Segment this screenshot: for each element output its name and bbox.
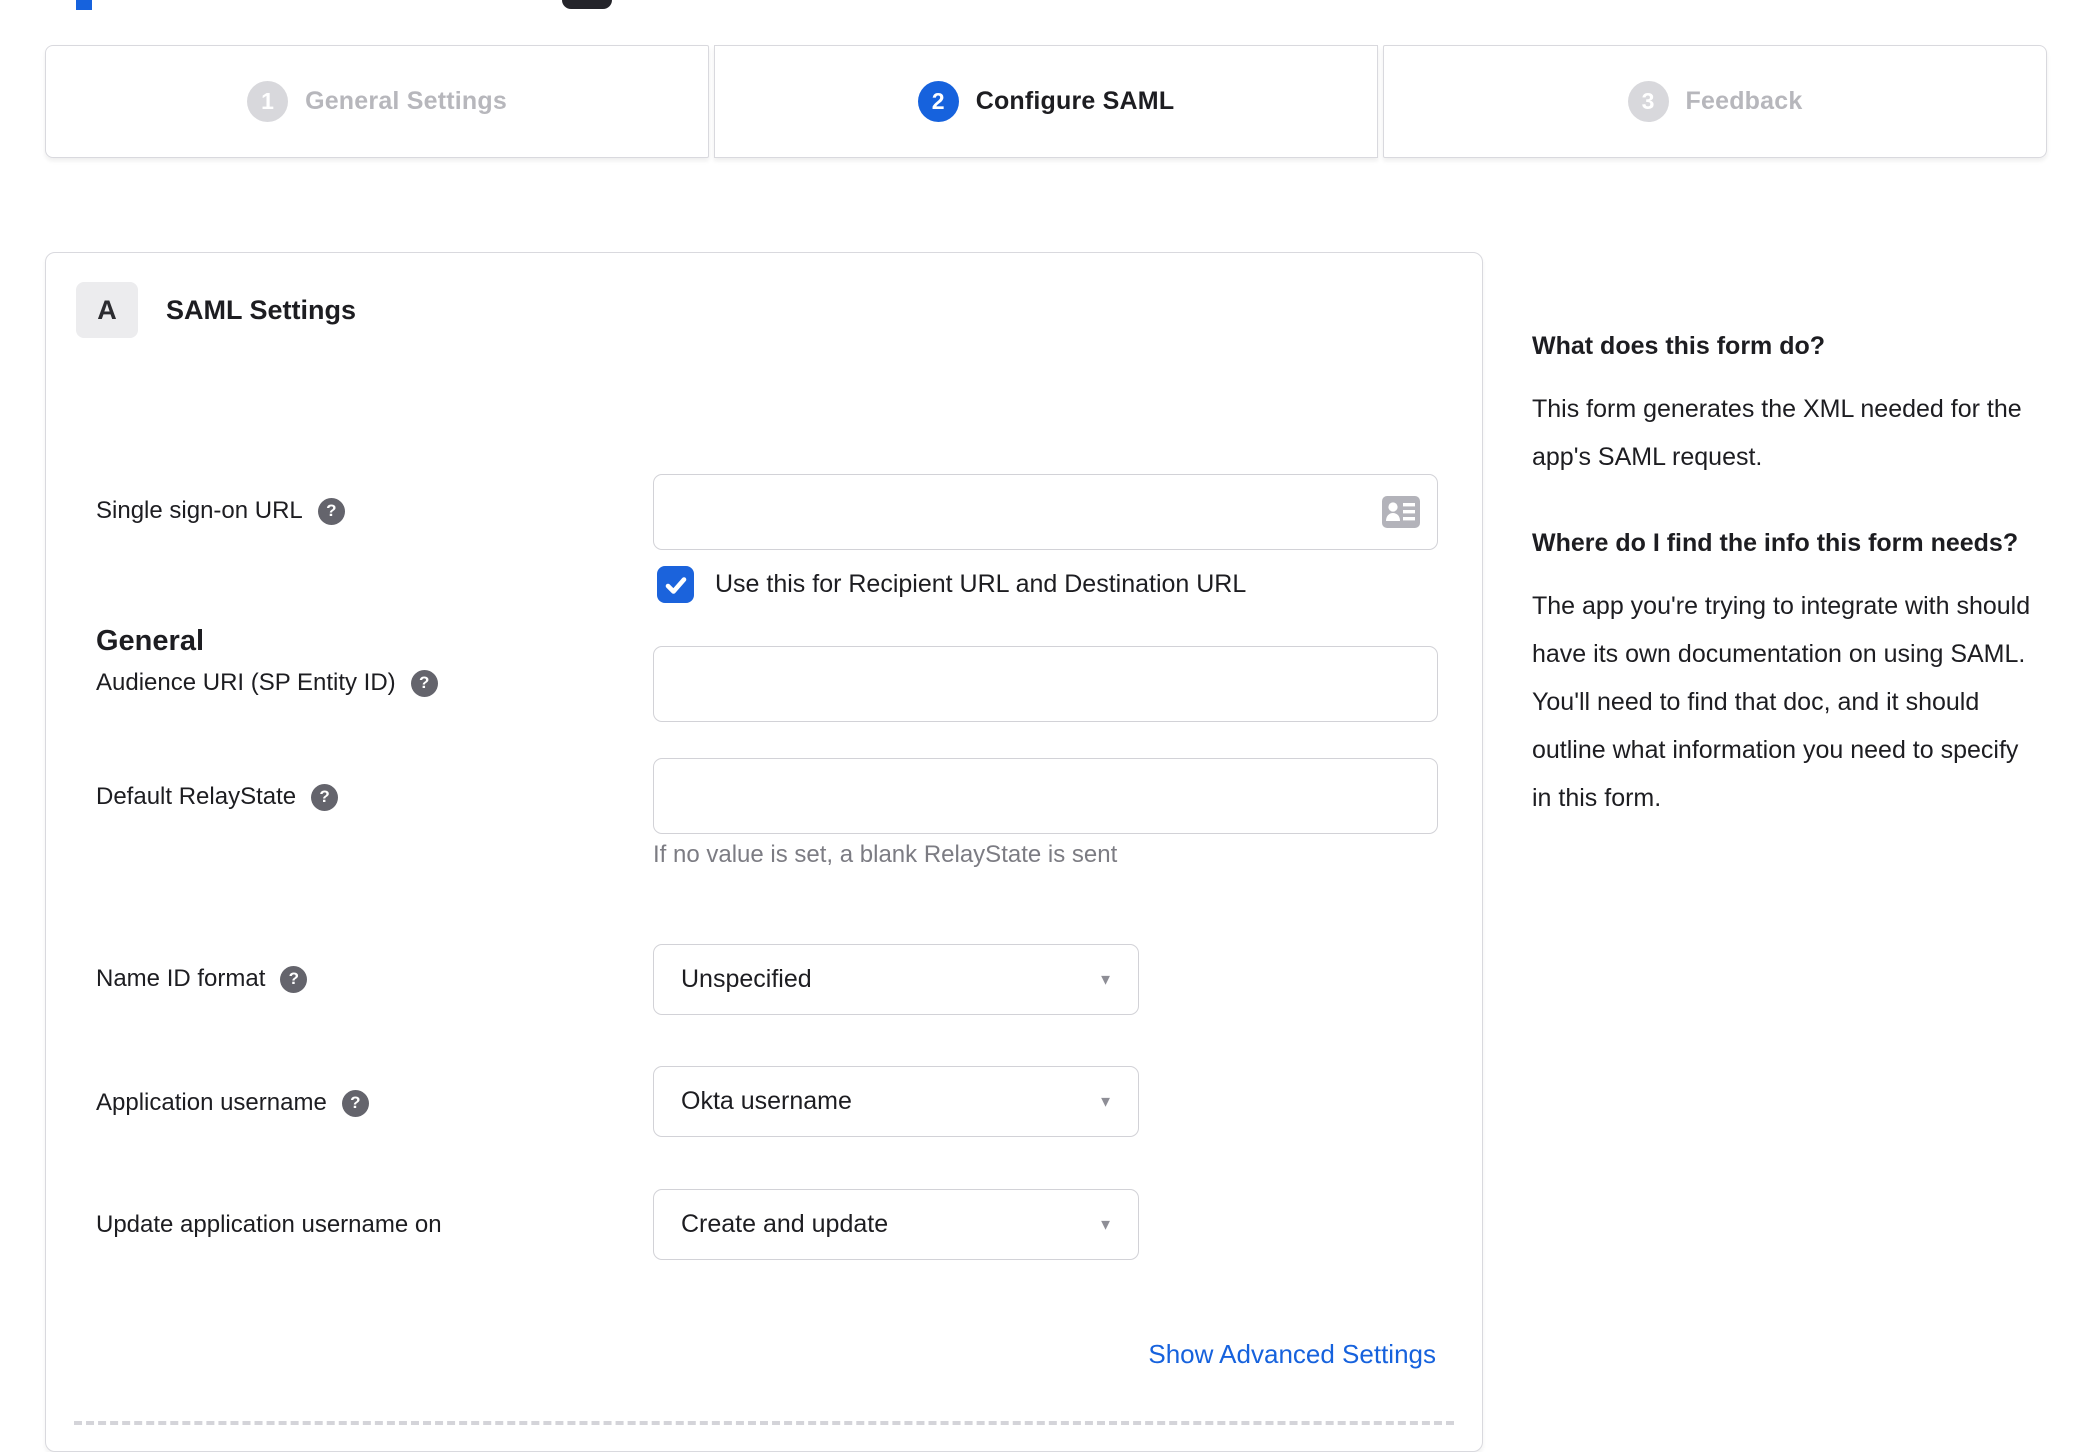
update-username-label: Update application username on: [96, 1211, 442, 1239]
step-number-badge: 1: [247, 81, 289, 122]
sso-url-label-text: Single sign-on URL: [96, 497, 303, 524]
help-heading-where: Where do I find the info this form needs…: [1532, 529, 2019, 557]
audience-uri-label: Audience URI (SP Entity ID) ?: [96, 669, 438, 697]
wizard-stepper: 1 General Settings 2 Configure SAML 3 Fe…: [45, 45, 2047, 158]
recipient-url-checkbox-row: Use this for Recipient URL and Destinati…: [657, 566, 1246, 603]
saml-settings-panel: A SAML Settings General Single sign-on U…: [45, 252, 1483, 1452]
help-icon[interactable]: ?: [341, 1089, 369, 1117]
contact-card-icon[interactable]: [1382, 496, 1420, 528]
section-dashed-divider: [74, 1421, 1454, 1425]
cropped-logo-fragment: [76, 0, 92, 10]
step-label: Feedback: [1685, 87, 1803, 115]
update-username-select[interactable]: Create and update ▼: [653, 1189, 1139, 1260]
show-advanced-settings-link[interactable]: Show Advanced Settings: [1148, 1339, 1436, 1370]
relay-state-hint: If no value is set, a blank RelayState i…: [653, 841, 1118, 868]
sso-url-input[interactable]: [653, 474, 1438, 550]
audience-uri-input[interactable]: [653, 646, 1438, 722]
step-label: Configure SAML: [975, 87, 1175, 115]
name-id-format-select[interactable]: Unspecified ▼: [653, 944, 1139, 1015]
page: { "stepper": { "steps": [ { "number": "1…: [0, 0, 2092, 1452]
audience-uri-label-text: Audience URI (SP Entity ID): [96, 669, 396, 696]
help-icon[interactable]: ?: [280, 965, 308, 993]
step-general-settings[interactable]: 1 General Settings: [45, 45, 709, 158]
step-configure-saml[interactable]: 2 Configure SAML: [714, 45, 1378, 158]
recipient-url-checkbox-label[interactable]: Use this for Recipient URL and Destinati…: [715, 570, 1246, 599]
step-label: General Settings: [305, 87, 507, 115]
help-icon[interactable]: ?: [311, 783, 339, 811]
update-username-value: Create and update: [681, 1210, 889, 1238]
name-id-format-label-text: Name ID format: [96, 965, 266, 992]
application-username-value: Okta username: [681, 1087, 852, 1115]
relay-state-label-text: Default RelayState: [96, 783, 297, 810]
update-username-label-text: Update application username on: [96, 1211, 442, 1238]
chevron-down-icon: ▼: [1098, 971, 1113, 988]
help-sidebar: What does this form do? This form genera…: [1532, 326, 2037, 864]
help-paragraph-where: The app you're trying to integrate with …: [1532, 592, 2031, 812]
step-feedback[interactable]: 3 Feedback: [1383, 45, 2047, 158]
name-id-format-label: Name ID format ?: [96, 965, 308, 993]
help-paragraph-what: This form generates the XML needed for t…: [1532, 395, 2022, 471]
checkmark-icon: [665, 576, 686, 594]
general-group-heading: General: [96, 625, 204, 657]
help-heading-what: What does this form do?: [1532, 332, 1826, 360]
application-username-select[interactable]: Okta username ▼: [653, 1066, 1139, 1137]
recipient-url-checkbox[interactable]: [657, 566, 694, 603]
sso-url-label: Single sign-on URL ?: [96, 497, 345, 525]
section-a-badge: A: [76, 282, 138, 338]
help-icon[interactable]: ?: [317, 497, 345, 525]
section-title: SAML Settings: [166, 294, 357, 325]
chevron-down-icon: ▼: [1098, 1216, 1113, 1233]
name-id-format-value: Unspecified: [681, 965, 812, 993]
application-username-label: Application username ?: [96, 1089, 369, 1117]
chevron-down-icon: ▼: [1098, 1093, 1113, 1110]
help-icon[interactable]: ?: [410, 669, 438, 697]
relay-state-input[interactable]: [653, 758, 1438, 834]
application-username-label-text: Application username: [96, 1089, 327, 1116]
relay-state-label: Default RelayState ?: [96, 783, 339, 811]
step-number-badge: 3: [1627, 81, 1669, 122]
step-number-badge: 2: [917, 81, 959, 122]
cropped-icon-fragment: [562, 0, 612, 9]
